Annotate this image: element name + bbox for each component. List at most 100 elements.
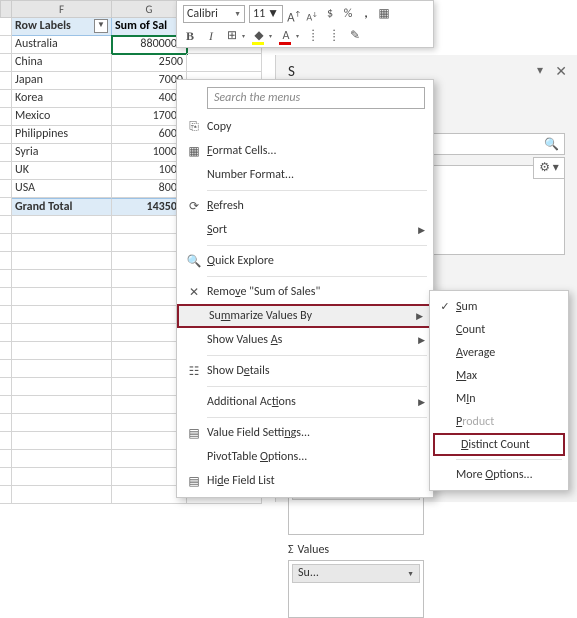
menu-quick-explore[interactable]: 🔍Quick Explore (177, 249, 433, 273)
menu-format-cells[interactable]: ▦Format Cells... (177, 139, 433, 163)
comma-button[interactable]: , (359, 6, 373, 22)
cell[interactable] (12, 216, 112, 234)
cell[interactable] (12, 342, 112, 360)
increase-font-icon[interactable]: A↑ (287, 6, 301, 22)
cell[interactable] (12, 270, 112, 288)
cell[interactable] (0, 144, 12, 162)
format-painter-icon[interactable]: ✎ (348, 28, 362, 44)
percent-button[interactable]: % (341, 6, 355, 22)
pivot-row-label[interactable]: USA (12, 180, 112, 198)
pivot-row-value[interactable]: 2500 (112, 54, 187, 72)
pivot-row-label[interactable]: Australia (12, 36, 112, 54)
menu-remove[interactable]: ✕Remove "Sum of Sales" (177, 280, 433, 304)
cell[interactable] (0, 432, 12, 450)
cell[interactable] (12, 486, 112, 504)
font-family-select[interactable]: Calibri▼ (183, 5, 245, 23)
cell[interactable] (12, 306, 112, 324)
cell[interactable] (0, 36, 12, 54)
font-size-select[interactable]: 11▼ (249, 5, 283, 23)
cell[interactable] (0, 108, 12, 126)
cell[interactable] (0, 378, 12, 396)
submenu-count[interactable]: Count (430, 318, 568, 341)
menu-value-field-settings[interactable]: ▤Value Field Settings... (177, 421, 433, 445)
cell[interactable] (0, 324, 12, 342)
fill-color-button[interactable]: ◆ (252, 28, 266, 44)
decrease-font-icon[interactable]: A↓ (305, 6, 319, 22)
gear-icon[interactable]: ⚙ ▾ (533, 157, 565, 179)
grand-total-label[interactable]: Grand Total (12, 198, 112, 216)
submenu-max[interactable]: Max (430, 364, 568, 387)
pivot-row-label[interactable]: UK (12, 162, 112, 180)
decrease-decimal-icon[interactable]: ⁞ (306, 28, 320, 44)
cell[interactable] (0, 54, 12, 72)
cell[interactable] (0, 198, 12, 216)
cell[interactable] (12, 414, 112, 432)
cell[interactable] (0, 288, 12, 306)
pivot-row-label[interactable]: China (12, 54, 112, 72)
cell[interactable] (0, 252, 12, 270)
cell[interactable] (0, 90, 12, 108)
menu-additional-actions[interactable]: Additional Actions▶ (177, 390, 433, 414)
menu-show-details[interactable]: ☷Show Details (177, 359, 433, 383)
cell[interactable] (0, 18, 12, 36)
menu-show-values-as[interactable]: Show Values As▶ (177, 328, 433, 352)
cell[interactable] (0, 414, 12, 432)
pivot-row-label[interactable]: Syria (12, 144, 112, 162)
cell[interactable] (0, 216, 12, 234)
menu-number-format[interactable]: Number Format... (177, 163, 433, 187)
panel-close-icon[interactable]: ✕ (555, 63, 567, 80)
cell[interactable] (0, 234, 12, 252)
submenu-more-options[interactable]: More Options... (430, 463, 568, 486)
col-header-edge[interactable] (0, 0, 12, 18)
submenu-min[interactable]: MIn (430, 387, 568, 410)
panel-options-icon[interactable]: ▾ (537, 63, 543, 78)
cell[interactable] (12, 432, 112, 450)
col-header-F[interactable]: F (12, 0, 112, 18)
font-color-button[interactable]: A (279, 28, 293, 44)
cell[interactable] (0, 396, 12, 414)
table-icon[interactable]: ▦ (377, 6, 391, 22)
menu-hide-field-list[interactable]: ▤Hide Field List (177, 469, 433, 493)
cell[interactable] (12, 468, 112, 486)
cell[interactable] (0, 126, 12, 144)
cell[interactable] (0, 450, 12, 468)
menu-copy[interactable]: ⎘Copy (177, 115, 433, 139)
menu-search[interactable]: Search the menus (207, 87, 425, 109)
cell[interactable] (0, 180, 12, 198)
cell[interactable] (0, 486, 12, 504)
submenu-sum[interactable]: ✓Sum (430, 295, 568, 318)
cell[interactable] (12, 360, 112, 378)
cell[interactable] (12, 234, 112, 252)
cell[interactable] (12, 396, 112, 414)
pivot-row-label[interactable]: Korea (12, 90, 112, 108)
zone-values[interactable]: Su...▼ (288, 560, 424, 618)
pivot-header-rowlabels[interactable]: Row Labels▼ (12, 18, 112, 36)
submenu-average[interactable]: Average (430, 341, 568, 364)
cell[interactable] (0, 468, 12, 486)
bold-button[interactable]: B (183, 28, 197, 44)
pivot-row-label[interactable]: Philippines (12, 126, 112, 144)
cell[interactable] (0, 306, 12, 324)
filter-dropdown-icon[interactable]: ▼ (94, 19, 108, 33)
menu-summarize-values-by[interactable]: Summarize Values By▶ (177, 304, 433, 328)
pivot-row-label[interactable]: Japan (12, 72, 112, 90)
menu-pivottable-options[interactable]: PivotTable Options... (177, 445, 433, 469)
menu-refresh[interactable]: ⟳Refresh (177, 194, 433, 218)
cell[interactable] (12, 450, 112, 468)
cell[interactable] (0, 270, 12, 288)
cell[interactable] (0, 342, 12, 360)
cell[interactable] (12, 252, 112, 270)
cell[interactable] (0, 162, 12, 180)
menu-sort[interactable]: Sort▶ (177, 218, 433, 242)
cell[interactable] (0, 72, 12, 90)
cell[interactable] (12, 288, 112, 306)
cell[interactable] (0, 360, 12, 378)
increase-decimal-icon[interactable]: ⁞ (327, 28, 341, 44)
cell[interactable] (187, 54, 262, 72)
cell[interactable] (12, 378, 112, 396)
pill-values[interactable]: Su...▼ (292, 564, 420, 583)
pivot-row-label[interactable]: Mexico (12, 108, 112, 126)
submenu-distinct-count[interactable]: Distinct Count (433, 433, 565, 456)
italic-button[interactable]: I (204, 28, 218, 44)
cell[interactable] (12, 324, 112, 342)
